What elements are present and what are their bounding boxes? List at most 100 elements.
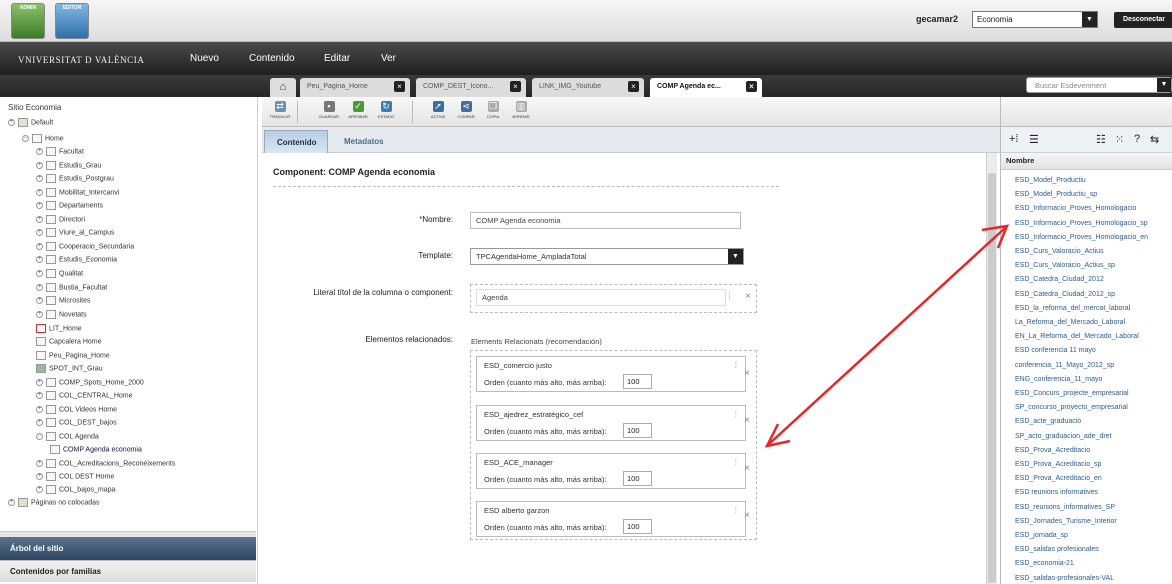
expand-toggle-icon[interactable]: + — [36, 297, 43, 304]
content-list-item[interactable]: ESD_jornada_sp — [1015, 532, 1068, 539]
accordion-content-families[interactable]: Contenidos por familias — [0, 560, 256, 582]
content-list-item[interactable]: ESD_acte_graduacio — [1015, 418, 1081, 425]
content-list-item[interactable]: ESD_Curs_Valoracio_Actius — [1015, 248, 1104, 255]
tree-item[interactable]: + Viure_al_Campus — [36, 228, 115, 241]
close-icon[interactable]: × — [394, 81, 405, 92]
expand-toggle-icon[interactable]: + — [36, 202, 43, 209]
expand-toggle-icon[interactable]: + — [36, 460, 43, 467]
content-list-item[interactable]: ESD_Concurs_projecte_empresarial — [1015, 390, 1129, 397]
list-view-icon[interactable]: ☷ — [1096, 133, 1106, 146]
expand-toggle-icon[interactable]: + — [36, 270, 43, 277]
template-select[interactable]: TPCAgendaHome_AmpladaTotal ▼ — [470, 248, 744, 265]
admin-app-icon[interactable]: ADMIN — [11, 3, 45, 39]
content-list-item[interactable]: ESD_salidas-profesionales-VAL — [1015, 575, 1114, 582]
related-item[interactable]: ESD_ACE_manager Orden (cuanto más alto, … — [476, 453, 746, 489]
order-input[interactable]: 100 — [623, 471, 652, 486]
content-list-item[interactable]: ESD_Curs_Valoracio_Actius_sp — [1015, 262, 1115, 269]
nombre-input[interactable]: COMP Agenda economia — [470, 212, 741, 229]
content-list-item[interactable]: ESD_Informacio_Proves_Homologacio_en — [1015, 234, 1148, 241]
expand-toggle-icon[interactable]: + — [36, 486, 43, 493]
tab-contenido[interactable]: Contenido — [264, 130, 328, 153]
tree-item[interactable]: + Estudis_Grau — [36, 161, 101, 174]
tab-link-img-youtube[interactable]: LINK_IMG_Youtube × — [532, 78, 644, 97]
expand-toggle-icon[interactable]: + — [36, 148, 43, 155]
tree-item[interactable]: + COL_bajos_mapa — [36, 485, 115, 498]
content-list-item[interactable]: ESD conferencia 11 mayo — [1015, 347, 1096, 354]
expand-toggle-icon[interactable]: + — [36, 243, 43, 250]
content-list-item[interactable]: EN_La_Reforma_del_Mercado_Laboral — [1015, 333, 1139, 340]
approve-button[interactable]: ✓ APROBAR — [346, 101, 370, 119]
expand-toggle-icon[interactable]: + — [36, 216, 43, 223]
content-list-item[interactable]: ESD_Informacio_Proves_Homologacio_sp — [1015, 220, 1148, 227]
expand-toggle-icon[interactable]: + — [36, 311, 43, 318]
grid-view-icon[interactable]: ⁙ — [1115, 133, 1124, 146]
editor-app-icon[interactable]: EDITOR — [55, 3, 89, 39]
content-list-item[interactable]: ESD_Model_Productiu — [1015, 177, 1086, 184]
status-button[interactable]: ↻ ESTADO — [374, 101, 398, 119]
delete-button[interactable]: ▥ BORRAR — [509, 101, 533, 119]
related-item[interactable]: ESD_comercio justo Orden (cuanto más alt… — [476, 356, 746, 392]
search-input[interactable]: Buscar Esdevenment ▼ — [1026, 77, 1172, 93]
close-icon[interactable]: × — [746, 81, 757, 92]
expand-toggle-icon[interactable]: − — [36, 433, 43, 440]
tree-item[interactable]: − COL Agenda — [36, 432, 99, 445]
menu-ver[interactable]: Ver — [381, 53, 396, 64]
close-icon[interactable]: × — [744, 368, 750, 379]
drag-handle-icon[interactable]: ⁞ — [735, 458, 737, 467]
tree-item[interactable]: − Home — [22, 134, 64, 147]
tree-item[interactable]: + Estudis_Postgrau — [36, 174, 114, 187]
translate-button[interactable]: ⇄ TRADUCIR — [268, 101, 292, 119]
tree-item[interactable]: + Páginas no colocadas — [8, 498, 100, 511]
expand-toggle-icon[interactable]: + — [36, 162, 43, 169]
content-list-item[interactable]: ESD_Prova_Acreditacio — [1015, 447, 1090, 454]
expand-toggle-icon[interactable]: + — [36, 189, 43, 196]
expand-toggle-icon[interactable]: + — [36, 473, 43, 480]
accordion-site-tree[interactable]: Árbol del sitio — [0, 537, 256, 560]
tree-item[interactable]: + COMP_Spots_Home_2000 — [36, 378, 144, 391]
expand-toggle-icon[interactable]: + — [36, 256, 43, 263]
chevron-down-icon[interactable]: ▼ — [1157, 78, 1171, 92]
content-list-item[interactable]: ESD_Informacio_Proves_Homologacio — [1015, 205, 1136, 212]
drag-handle-icon[interactable]: ⁞ — [735, 506, 737, 515]
tree-item[interactable]: + COL_Acreditacions_Reconeixements — [36, 459, 175, 472]
home-tab[interactable]: ⌂ — [270, 78, 296, 97]
drag-handle-icon[interactable]: ⁞ — [735, 410, 737, 419]
content-list-item[interactable]: ESD reunions informatives — [1015, 489, 1098, 496]
swap-icon[interactable]: ⇆ — [1150, 133, 1159, 146]
expand-toggle-icon[interactable]: − — [22, 135, 29, 142]
expand-toggle-icon[interactable]: + — [36, 379, 43, 386]
content-list-item[interactable]: ESD_la_reforma_del_mercat_laboral — [1015, 305, 1130, 312]
tree-item[interactable]: + Directori — [36, 215, 85, 228]
compare-button[interactable]: ⋖ COMPAR — [454, 101, 478, 119]
content-list-item[interactable]: conferencia_11_Mayo_2012_sp — [1015, 362, 1114, 369]
expand-toggle-icon[interactable]: + — [36, 406, 43, 413]
expand-toggle-icon[interactable]: + — [36, 284, 43, 291]
tree-item[interactable]: + COL DEST Home — [36, 472, 114, 485]
tree-item[interactable]: + Estudis_Economia — [36, 255, 117, 268]
sort-icon[interactable]: ☰ — [1029, 133, 1039, 146]
tree-item[interactable]: + COL_DEST_bajos — [36, 418, 117, 431]
tree-item[interactable]: Capcalera Home — [36, 337, 102, 350]
content-list-item[interactable]: SP_concurso_proyecto_empresarial — [1015, 404, 1128, 411]
tab-metadatos[interactable]: Metadatos — [332, 130, 400, 153]
tab-peu-pagina-home[interactable]: Peu_Pagina_Home × — [300, 78, 410, 97]
content-list-item[interactable]: SP_acto_graduacion_ade_dret — [1015, 433, 1112, 440]
tree-item[interactable]: + Novetats — [36, 310, 87, 323]
form-scrollbar[interactable] — [986, 153, 997, 584]
tree-item[interactable]: COMP Agenda economia — [50, 445, 142, 458]
tree-item[interactable]: Peu_Pagina_Home — [36, 351, 110, 364]
content-list-item[interactable]: ESD_reunions_informatives_SP — [1015, 504, 1115, 511]
close-icon[interactable]: × — [744, 510, 750, 521]
content-list-item[interactable]: ESD_Prova_Acreditacio_sp — [1015, 461, 1101, 468]
menu-nuevo[interactable]: Nuevo — [190, 53, 219, 64]
content-list-item[interactable]: ESD_economia-21 — [1015, 560, 1074, 567]
drag-handle-icon[interactable]: ⁞ — [728, 291, 731, 302]
tree-item[interactable]: + Qualitat — [36, 269, 83, 282]
tree-item[interactable]: + COL Videos Home — [36, 405, 117, 418]
tree-item[interactable]: + Bustia_Facultat — [36, 283, 107, 296]
close-icon[interactable]: × — [510, 81, 521, 92]
activate-button[interactable]: ➚ ACTIVA — [426, 101, 450, 119]
close-icon[interactable]: × — [744, 463, 750, 474]
logout-button[interactable]: Desconectar — [1114, 12, 1172, 28]
site-select[interactable]: Economia ▼ — [972, 11, 1098, 28]
